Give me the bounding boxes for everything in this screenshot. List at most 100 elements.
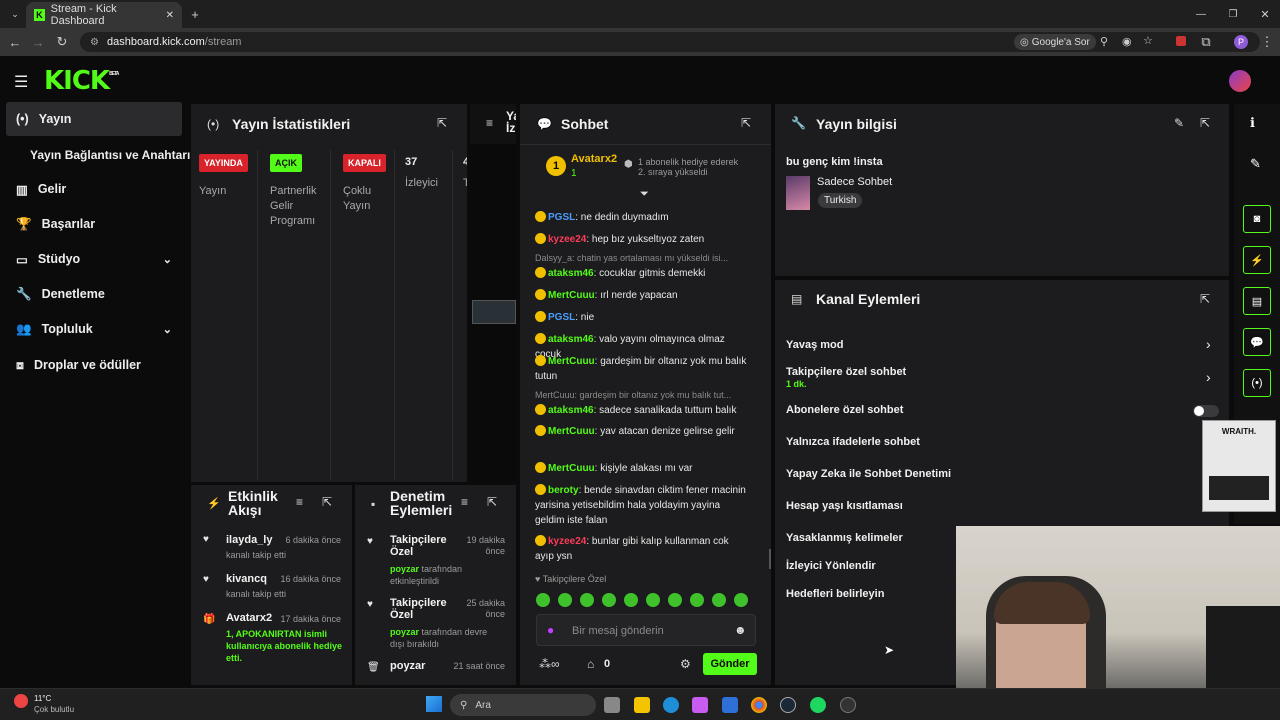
popout-icon[interactable]: ⇱ xyxy=(1200,292,1210,306)
sidebar-item-denetleme[interactable]: 🔧 Denetleme xyxy=(6,277,182,311)
collapse-icon[interactable]: ⏷ xyxy=(640,188,649,201)
chat-username[interactable]: ataksm46 xyxy=(548,268,594,279)
action-ai-moderation[interactable]: Yapay Zeka ile Sohbet Denetimi xyxy=(786,468,951,480)
scrollbar[interactable] xyxy=(769,549,771,569)
emote-icon[interactable] xyxy=(536,593,550,607)
chat-username[interactable]: MertCuuu xyxy=(548,290,595,301)
kick-logo[interactable]: KICKBETA xyxy=(44,66,119,96)
weather-icon[interactable] xyxy=(14,694,28,708)
extension-icon[interactable] xyxy=(1176,36,1186,46)
chat-bubble-icon[interactable]: 💬 xyxy=(1243,328,1271,356)
popout-icon[interactable]: ⇱ xyxy=(322,495,332,509)
windows-start-icon[interactable] xyxy=(426,696,442,712)
hamburger-menu-icon[interactable]: ☰ xyxy=(14,72,28,92)
chevron-right-icon[interactable]: › xyxy=(1206,336,1211,352)
zoom-icon[interactable]: ⚲ xyxy=(1100,35,1108,48)
chrome-icon[interactable] xyxy=(751,697,767,713)
menu-dots-icon[interactable]: ⋮ xyxy=(1256,31,1278,53)
chat-username[interactable]: MertCuuu xyxy=(548,356,595,367)
emote-icon[interactable] xyxy=(734,593,748,607)
address-bar[interactable]: ⚙ dashboard.kick.com/stream ◎ Google'a So… xyxy=(80,32,1260,52)
filter-icon[interactable]: ≡ xyxy=(461,495,468,509)
user-avatar[interactable] xyxy=(1229,70,1251,92)
sidebar-item-yayin[interactable]: (•) Yayın xyxy=(6,102,182,136)
chat-message[interactable]: PGSL: nie xyxy=(535,310,750,325)
broadcast-icon[interactable]: (•) xyxy=(1243,369,1271,397)
extensions-puzzle-icon[interactable]: ⧉ xyxy=(1195,31,1217,53)
chat-username[interactable]: kyzee24 xyxy=(548,536,586,547)
copilot-icon[interactable] xyxy=(692,697,708,713)
chat-message[interactable]: ataksm46: sadece sanalikada tuttum balık xyxy=(535,403,750,418)
document-icon[interactable]: ▤ xyxy=(1243,287,1271,315)
sidebar-item-droplar[interactable]: ⧈ Droplar ve ödüller xyxy=(6,348,182,382)
subscribers-only-toggle[interactable] xyxy=(1193,405,1219,417)
chat-username[interactable]: ataksm46 xyxy=(548,334,594,345)
infinity-icon[interactable]: ⁂∞ xyxy=(539,657,560,671)
popout-icon[interactable]: ⇱ xyxy=(487,495,497,509)
chat-username[interactable]: kyzee24 xyxy=(548,234,586,245)
emote-icon[interactable] xyxy=(602,593,616,607)
settings-gear-icon[interactable]: ⚙ xyxy=(680,657,691,671)
taskbar-search[interactable]: ⚲ Ara xyxy=(450,694,596,716)
lightning-icon[interactable]: ⚡ xyxy=(1243,246,1271,274)
chat-message[interactable]: kyzee24: hep bız yukseltıyoz zaten xyxy=(535,232,750,247)
eye-off-icon[interactable]: ◉ xyxy=(1122,35,1132,48)
action-slow-mode[interactable]: Yavaş mod xyxy=(786,339,843,351)
emote-icon[interactable] xyxy=(624,593,638,607)
chat-message[interactable]: MertCuuu: gardeşim bir oltanız yok mu ba… xyxy=(535,354,750,384)
close-tab-icon[interactable]: ✕ xyxy=(166,10,174,21)
emote-icon[interactable] xyxy=(580,593,594,607)
chat-message[interactable]: ataksm46: cocuklar gitmis demekki xyxy=(535,266,750,281)
emote-icon[interactable] xyxy=(558,593,572,607)
sidebar-item-studyo[interactable]: ▭ Stüdyo ⌄ xyxy=(6,242,182,276)
edit-pencil-icon[interactable]: ✎ xyxy=(1174,116,1184,130)
camera-icon[interactable]: ◙ xyxy=(1243,205,1271,233)
popout-icon[interactable]: ⇱ xyxy=(1200,116,1210,130)
action-followers-only[interactable]: Takipçilere özel sohbet xyxy=(786,366,906,378)
emote-icon[interactable] xyxy=(690,593,704,607)
sidebar-item-gelir[interactable]: ▥ Gelir xyxy=(6,172,182,206)
info-icon[interactable]: ℹ xyxy=(1250,115,1255,131)
chat-username[interactable]: beroty xyxy=(548,485,579,496)
chat-message[interactable]: PGSL: ne dedin duymadım xyxy=(535,210,750,225)
chat-message[interactable]: MertCuuu: ırl nerde yapacan xyxy=(535,288,750,303)
edge-icon[interactable] xyxy=(663,697,679,713)
popout-icon[interactable]: ⇱ xyxy=(741,116,751,130)
emote-icon[interactable] xyxy=(646,593,660,607)
tab-list-icon[interactable]: ⌄ xyxy=(4,3,26,25)
action-banned-words[interactable]: Yasaklanmış kelimeler xyxy=(786,532,903,544)
file-explorer-icon[interactable] xyxy=(634,697,650,713)
chat-username[interactable]: PGSL xyxy=(548,212,575,223)
forward-icon[interactable]: → xyxy=(27,31,49,53)
action-emotes-only[interactable]: Yalnızca ifadelerle sohbet xyxy=(786,436,920,448)
chat-message[interactable]: beroty: bende sinavdan ciktim fener maci… xyxy=(535,483,750,528)
sidebar-item-topluluk[interactable]: 👥 Topluluk ⌄ xyxy=(6,312,182,346)
new-tab-icon[interactable]: + xyxy=(184,3,206,25)
action-goals[interactable]: Hedefleri belirleyin xyxy=(786,588,884,600)
browser-tab[interactable]: K Stream - Kick Dashboard ✕ xyxy=(26,2,182,28)
task-view-icon[interactable] xyxy=(604,697,620,713)
sidebar-item-basarilar[interactable]: 🏆 Başarılar xyxy=(6,207,182,241)
profile-avatar[interactable]: P xyxy=(1234,35,1248,49)
restore-icon[interactable]: ❐ xyxy=(1222,3,1244,25)
google-ask-button[interactable]: ◎ Google'a Sor xyxy=(1014,34,1096,50)
reload-icon[interactable]: ↻ xyxy=(51,31,73,53)
chat-message[interactable]: kyzee24: bunlar gibi kalıp kullanman cok… xyxy=(535,534,750,564)
chat-username[interactable]: MertCuuu xyxy=(548,463,595,474)
site-info-icon[interactable]: ⚙ xyxy=(90,37,99,48)
bookmark-star-icon[interactable]: ☆ xyxy=(1143,34,1153,47)
chat-message[interactable]: MertCuuu: yav atacan denize gelirse geli… xyxy=(535,424,750,439)
action-account-age[interactable]: Hesap yaşı kısıtlaması xyxy=(786,500,903,512)
sidebar-item-stream-key[interactable]: Yayın Bağlantısı ve Anahtarı xyxy=(20,138,196,172)
chat-username[interactable]: MertCuuu xyxy=(548,426,595,437)
close-window-icon[interactable]: ✕ xyxy=(1254,3,1276,25)
chevron-right-icon[interactable]: › xyxy=(1206,369,1211,385)
store-app-icon[interactable] xyxy=(722,697,738,713)
back-icon[interactable]: ← xyxy=(4,31,26,53)
spotify-icon[interactable] xyxy=(810,697,826,713)
action-subscribers-only[interactable]: Abonelere özel sohbet xyxy=(786,404,903,416)
app-icon[interactable] xyxy=(840,697,856,713)
emote-icon[interactable] xyxy=(668,593,682,607)
emoji-icon[interactable]: ☻ xyxy=(734,623,747,637)
action-raid[interactable]: İzleyici Yönlendir xyxy=(786,560,876,572)
